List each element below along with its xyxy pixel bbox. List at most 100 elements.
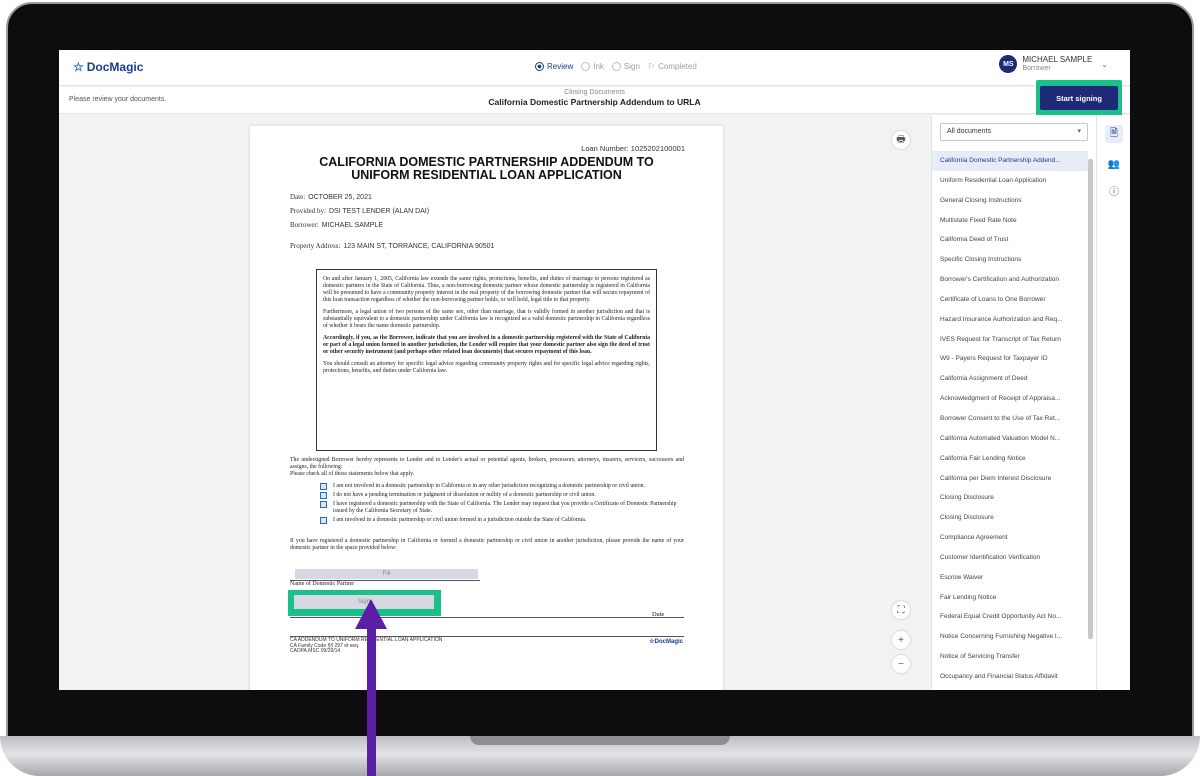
domestic-partner-fill-field[interactable]: Fill (295, 569, 478, 579)
list-item[interactable]: California Fair Lending Notice (932, 449, 1088, 469)
list-item[interactable]: Multistate Fixed Rate Note (932, 211, 1088, 231)
progress-steps: Review Ink Sign ⚐ Completed (535, 62, 697, 71)
list-item[interactable]: Certificate of Loans to One Borrower (932, 290, 1088, 310)
user-menu[interactable]: MS MICHAEL SAMPLE Borrower ⌄ (999, 55, 1108, 73)
app-screen: ☆ DocMagic Review Ink Sign ⚐ Completed MS… (59, 50, 1130, 690)
step-label: Review (547, 62, 574, 71)
list-item[interactable]: IVES Request for Transcript of Tax Retur… (932, 330, 1088, 350)
partner-note: If you have registered a domestic partne… (290, 538, 684, 551)
start-signing-highlight: Start signing (1036, 80, 1122, 118)
top-bar: ☆ DocMagic Review Ink Sign ⚐ Completed MS… (59, 50, 1130, 86)
fullscreen-icon[interactable]: ⛶ (892, 601, 910, 619)
document-viewer[interactable]: Loan Number: 1025202100001 CALIFORNIA DO… (59, 115, 929, 690)
laptop-frame: ☆ DocMagic Review Ink Sign ⚐ Completed MS… (0, 0, 1200, 776)
list-item[interactable]: California Domestic Partnership Addend..… (932, 151, 1088, 171)
list-item[interactable]: Acknowledgment of Receipt of Appraisa... (932, 389, 1088, 409)
checkbox-label: I do not have a pending termination or j… (333, 492, 596, 498)
list-item[interactable]: Customer Identification Verification (932, 548, 1088, 568)
checkbox-item: I do not have a pending termination or j… (320, 492, 684, 499)
sub-header: Please review your documents. Closing Do… (59, 87, 1130, 114)
list-item[interactable]: Notice Concerning Furnishing Negative I.… (932, 627, 1088, 647)
document-icon[interactable]: 🗎 (1105, 125, 1123, 143)
list-item[interactable]: Fair Lending Notice (932, 588, 1088, 608)
property-value: 123 MAIN ST, TORRANCE, CALIFORNIA 90501 (343, 243, 495, 250)
document-page: Loan Number: 1025202100001 CALIFORNIA DO… (250, 126, 723, 690)
checkbox[interactable] (320, 483, 327, 490)
check-intro: Please check all of those statements bel… (290, 471, 415, 477)
document-category: Closing Documents (564, 89, 625, 96)
checkbox[interactable] (320, 492, 327, 499)
list-item[interactable]: Escrow Waiver (932, 568, 1088, 588)
notice-paragraph: Furthermore, a legal union of two person… (323, 309, 650, 329)
list-item[interactable]: California per Diem Interest Disclosure (932, 469, 1088, 489)
list-item[interactable]: California Deed of Trust (932, 230, 1088, 250)
user-role: Borrower (1022, 65, 1051, 72)
zoom-out-icon[interactable]: − (892, 655, 910, 673)
list-item[interactable]: Hazard Insurance Authorization and Req..… (932, 310, 1088, 330)
chevron-down-icon: ▾ (1077, 128, 1081, 135)
step-dot-icon (535, 62, 544, 71)
avatar: MS (999, 55, 1018, 73)
list-item[interactable]: Borrower Consent to the Use of Tax Ret..… (932, 409, 1088, 429)
checkbox-label: I have registered a domestic partnership… (333, 501, 677, 514)
app-logo[interactable]: ☆ DocMagic (73, 60, 143, 74)
document-heading: Closing Documents California Domestic Pa… (59, 89, 1130, 107)
checkbox-label: I am not involved in a domestic partners… (333, 483, 645, 489)
start-signing-button[interactable]: Start signing (1040, 86, 1118, 110)
list-item[interactable]: Compliance Agreement (932, 528, 1088, 548)
laptop-notch (470, 736, 730, 745)
page-title-line2: UNIFORM RESIDENTIAL LOAN APPLICATION (351, 168, 622, 182)
list-item[interactable]: California Automated Valuation Model N..… (932, 429, 1088, 449)
borrower-row: Borrower: MICHAEL SAMPLE (290, 221, 383, 229)
footer-logo: ☆DocMagic (649, 638, 683, 645)
arrow-shaft (367, 626, 376, 776)
list-item[interactable]: W9 - Payers Request for Taxpayer ID (932, 349, 1088, 369)
list-item[interactable]: Occupancy and Financial Status Affidavit (932, 667, 1088, 687)
checkbox-list: I am not involved in a domestic partners… (320, 483, 684, 526)
notice-paragraph: You should consult an attorney for speci… (323, 361, 650, 374)
checkbox-item: I have registered a domestic partnership… (320, 501, 684, 515)
checkbox[interactable] (320, 501, 327, 508)
list-item[interactable]: Closing Disclosure (932, 488, 1088, 508)
provided-row: Provided by: DSI TEST LENDER (ALAN DAI) (290, 207, 429, 215)
list-item[interactable]: Borrower's Certification and Authorizati… (932, 270, 1088, 290)
list-item[interactable]: Closing Disclosure (932, 508, 1088, 528)
side-toolbar: 🗎 👥 ⓘ (1096, 115, 1130, 690)
filter-value: All documents (947, 128, 991, 135)
date-label: Date: (290, 193, 306, 201)
list-item[interactable]: General Closing Instructions (932, 191, 1088, 211)
list-item[interactable]: Notice of Servicing Transfer (932, 647, 1088, 667)
signature-line (290, 617, 684, 618)
zoom-in-icon[interactable]: + (892, 631, 910, 649)
info-icon[interactable]: ⓘ (1105, 181, 1123, 199)
footer-logo-text: DocMagic (654, 639, 683, 645)
document-filter-select[interactable]: All documents ▾ (940, 123, 1088, 141)
list-item[interactable]: Federal Equal Credit Opportunity Act No.… (932, 607, 1088, 627)
partner-label: Name of Domestic Partner (290, 581, 355, 587)
date-value: OCTOBER 25, 2021 (308, 194, 372, 201)
step-sign: Sign (611, 62, 640, 71)
borrower-label: Borrower: (290, 221, 319, 229)
flag-icon: ⚐ (647, 62, 656, 71)
provided-value: DSI TEST LENDER (ALAN DAI) (328, 208, 430, 215)
step-label: Sign (623, 62, 640, 71)
user-info: MICHAEL SAMPLE Borrower (1022, 55, 1092, 73)
step-dot-icon (581, 62, 591, 71)
list-item[interactable]: Uniform Residential Loan Application (932, 171, 1088, 191)
list-item[interactable]: Specific Closing Instructions (932, 250, 1088, 270)
arrow-up-icon (355, 599, 387, 629)
list-scrollbar[interactable] (1088, 159, 1093, 639)
page-title: CALIFORNIA DOMESTIC PARTNERSHIP ADDENDUM… (250, 156, 723, 182)
loan-number: Loan Number: 1025202100001 (581, 144, 685, 153)
list-item[interactable]: California Assignment of Deed (932, 369, 1088, 389)
users-icon[interactable]: 👥 (1105, 155, 1123, 173)
provided-label: Provided by: (290, 207, 326, 215)
notice-box: On and after January 1, 2005, California… (316, 269, 657, 451)
chevron-down-icon[interactable]: ⌄ (1101, 60, 1108, 69)
checkbox[interactable] (320, 517, 327, 524)
document-list-panel: All documents ▾ California Domestic Part… (931, 115, 1096, 690)
print-icon[interactable]: 🖶 (892, 131, 910, 149)
step-label: Ink (593, 62, 604, 71)
checkbox-label: I am involved in a domestic partnership … (333, 517, 587, 523)
borrower-value: MICHAEL SAMPLE (321, 222, 383, 229)
